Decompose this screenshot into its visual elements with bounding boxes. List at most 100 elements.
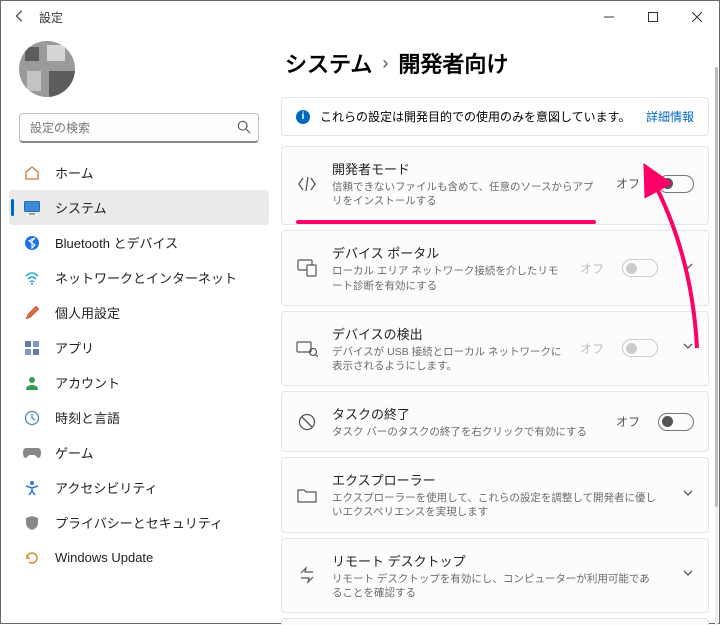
code-brackets-icon (296, 173, 318, 195)
back-button[interactable] (13, 9, 27, 26)
gamepad-icon (23, 444, 41, 462)
main-panel: システム › 開発者向け i これらの設定は開発目的での使用のみを意図しています… (271, 33, 719, 625)
search-icon (237, 120, 251, 139)
nav-network[interactable]: ネットワークとインターネット (9, 260, 269, 295)
card-title: 開発者モード (332, 159, 602, 178)
nav-label: ネットワークとインターネット (55, 268, 237, 287)
toggle-switch[interactable] (622, 259, 658, 277)
toggle-state: オフ (580, 260, 604, 277)
device-portal-icon (296, 257, 318, 279)
card-device-discovery[interactable]: デバイスの検出デバイスが USB 接続とローカル ネットワークに表示されるように… (281, 311, 709, 386)
minimize-icon (604, 12, 614, 22)
system-icon (23, 199, 41, 217)
card-end-task[interactable]: タスクの終了タスク バーのタスクの終了を右クリックで有効にする オフ (281, 391, 709, 452)
info-icon: i (296, 110, 310, 124)
titlebar: 設定 (1, 1, 719, 33)
chevron-right-icon: › (382, 53, 388, 74)
remote-desktop-icon (296, 564, 318, 586)
breadcrumb-parent[interactable]: システム (285, 47, 372, 79)
nav-apps[interactable]: アプリ (9, 330, 269, 365)
card-title: エクスプローラー (332, 470, 658, 489)
nav-personalization[interactable]: 個人用設定 (9, 295, 269, 330)
info-banner: i これらの設定は開発目的での使用のみを意図しています。 詳細情報 (281, 97, 709, 136)
chevron-down-icon[interactable] (682, 486, 694, 504)
nav-label: ゲーム (55, 443, 94, 462)
chevron-down-icon[interactable] (682, 339, 694, 357)
avatar-icon (19, 41, 75, 97)
nav-home[interactable]: ホーム (9, 155, 269, 190)
close-button[interactable] (675, 1, 719, 33)
card-desc: 信頼できないファイルも含めて、任意のソースからアプリをインストールする (332, 180, 602, 208)
nav-privacy[interactable]: プライバシーとセキュリティ (9, 505, 269, 540)
nav-label: アプリ (55, 338, 94, 357)
chevron-down-icon[interactable] (682, 566, 694, 584)
nav-list: ホーム システム Bluetooth とデバイス ネットワークとインターネット … (9, 155, 269, 575)
toggle-state: オフ (616, 175, 640, 192)
toggle-state: オフ (616, 413, 640, 430)
card-desc: タスク バーのタスクの終了を右クリックで有効にする (332, 425, 602, 439)
toggle-switch[interactable] (658, 175, 694, 193)
sidebar: ホーム システム Bluetooth とデバイス ネットワークとインターネット … (1, 33, 271, 625)
apps-icon (23, 339, 41, 357)
card-desc: デバイスが USB 接続とローカル ネットワークに表示されるようにします。 (332, 345, 566, 373)
prohibit-icon (296, 411, 318, 433)
card-title: タスクの終了 (332, 404, 602, 423)
window-title: 設定 (39, 9, 63, 26)
nav-label: プライバシーとセキュリティ (55, 513, 223, 532)
folder-icon (296, 484, 318, 506)
nav-label: Bluetooth とデバイス (55, 233, 178, 252)
accessibility-icon (23, 479, 41, 497)
toggle-switch[interactable] (658, 413, 694, 431)
person-icon (23, 374, 41, 392)
nav-system[interactable]: システム (9, 190, 269, 225)
user-profile[interactable] (9, 33, 269, 113)
home-icon (23, 164, 41, 182)
close-icon (692, 12, 702, 22)
nav-label: ホーム (55, 163, 94, 182)
info-link[interactable]: 詳細情報 (646, 108, 694, 125)
card-desc: リモート デスクトップを有効にし、コンピューターが利用可能であることを確認する (332, 572, 658, 600)
nav-accounts[interactable]: アカウント (9, 365, 269, 400)
update-icon (23, 549, 41, 567)
card-developer-mode[interactable]: 開発者モード信頼できないファイルも含めて、任意のソースからアプリをインストールす… (281, 146, 709, 225)
nav-label: システム (55, 198, 107, 217)
search-box[interactable] (19, 113, 259, 143)
nav-bluetooth[interactable]: Bluetooth とデバイス (9, 225, 269, 260)
bluetooth-icon (23, 234, 41, 252)
toggle-switch[interactable] (622, 339, 658, 357)
nav-accessibility[interactable]: アクセシビリティ (9, 470, 269, 505)
card-explorer[interactable]: エクスプローラーエクスプローラーを使用して、これらの設定を調整して開発者に優しい… (281, 457, 709, 532)
search-input[interactable] (19, 113, 259, 143)
card-desc: エクスプローラーを使用して、これらの設定を調整して開発者に優しいエクスペリエンス… (332, 491, 658, 519)
nav-gaming[interactable]: ゲーム (9, 435, 269, 470)
brush-icon (23, 304, 41, 322)
page-title: 開発者向け (398, 47, 508, 79)
clock-globe-icon (23, 409, 41, 427)
annotation-underline (296, 220, 596, 224)
nav-label: 個人用設定 (55, 303, 120, 322)
nav-label: アクセシビリティ (55, 478, 158, 497)
nav-label: 時刻と言語 (55, 408, 120, 427)
nav-time-language[interactable]: 時刻と言語 (9, 400, 269, 435)
nav-label: アカウント (55, 373, 120, 392)
device-discovery-icon (296, 337, 318, 359)
minimize-button[interactable] (587, 1, 631, 33)
chevron-down-icon[interactable] (682, 259, 694, 277)
card-title: デバイス ポータル (332, 243, 566, 262)
card-title: リモート デスクトップ (332, 551, 658, 570)
shield-icon (23, 514, 41, 532)
nav-label: Windows Update (55, 550, 153, 565)
breadcrumb: システム › 開発者向け (281, 37, 709, 97)
info-text: これらの設定は開発目的での使用のみを意図しています。 (320, 108, 630, 125)
card-remote-desktop[interactable]: リモート デスクトップリモート デスクトップを有効にし、コンピューターが利用可能… (281, 538, 709, 613)
scrollbar-thumb[interactable] (715, 67, 718, 507)
card-device-portal[interactable]: デバイス ポータルローカル エリア ネットワーク接続を介したリモート診断を有効に… (281, 230, 709, 305)
maximize-icon (648, 12, 658, 22)
toggle-state: オフ (580, 340, 604, 357)
maximize-button[interactable] (631, 1, 675, 33)
nav-windows-update[interactable]: Windows Update (9, 540, 269, 575)
card-desc: ローカル エリア ネットワーク接続を介したリモート診断を有効にする (332, 264, 566, 292)
card-title: デバイスの検出 (332, 324, 566, 343)
arrow-left-icon (13, 9, 27, 23)
wifi-icon (23, 269, 41, 287)
